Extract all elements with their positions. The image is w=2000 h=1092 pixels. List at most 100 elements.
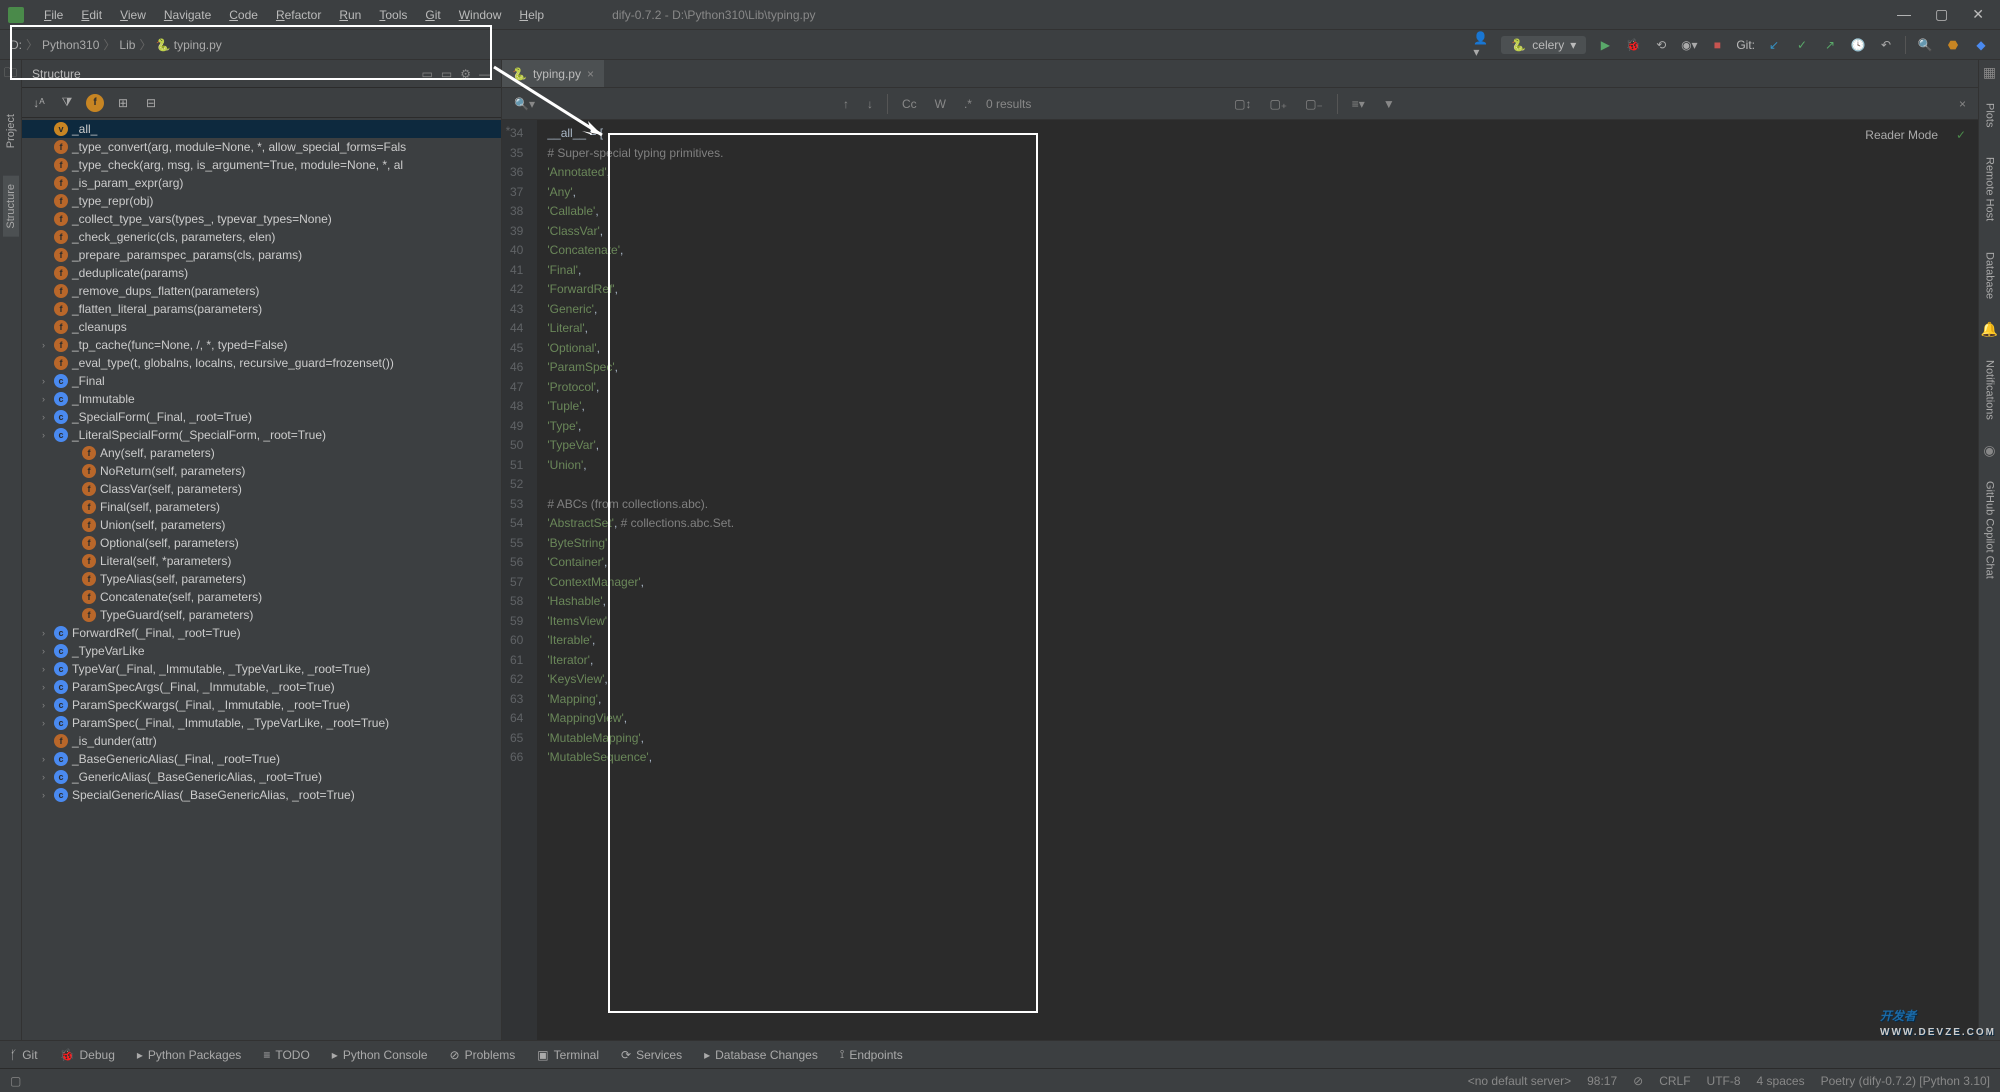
menu-file[interactable]: File <box>36 4 71 26</box>
tool-tab-project[interactable]: Project <box>3 106 19 156</box>
add-selection-icon[interactable]: ▢₊ <box>1265 97 1291 111</box>
status-position[interactable]: 98:17 <box>1587 1074 1617 1088</box>
filter-settings-icon[interactable]: ≡▾ <box>1348 97 1369 111</box>
structure-item[interactable]: f_type_convert(arg, module=None, *, allo… <box>22 138 501 156</box>
structure-tree[interactable]: v_all_f_type_convert(arg, module=None, *… <box>22 118 501 1040</box>
structure-item[interactable]: fUnion(self, parameters) <box>22 516 501 534</box>
structure-item[interactable]: ›cForwardRef(_Final, _root=True) <box>22 624 501 642</box>
tool-tab-remote-host[interactable]: Remote Host <box>1982 149 1998 229</box>
run-coverage-icon[interactable]: ⟲ <box>1652 36 1670 54</box>
structure-item[interactable]: ›c_BaseGenericAlias(_Final, _root=True) <box>22 750 501 768</box>
structure-item[interactable]: fFinal(self, parameters) <box>22 498 501 516</box>
structure-item[interactable]: ›c_GenericAlias(_BaseGenericAlias, _root… <box>22 768 501 786</box>
bottom-tab-git[interactable]: ᚶGit <box>10 1048 38 1062</box>
breadcrumb-segment[interactable]: D: <box>10 38 22 52</box>
structure-item[interactable]: ›c_SpecialForm(_Final, _root=True) <box>22 408 501 426</box>
tool-tab-database[interactable]: Database <box>1982 244 1998 307</box>
tool-tab-copilot[interactable]: GitHub Copilot Chat <box>1982 473 1998 587</box>
menu-code[interactable]: Code <box>221 4 266 26</box>
run-icon[interactable]: ▶ <box>1596 36 1614 54</box>
status-indent[interactable]: 4 spaces <box>1757 1074 1805 1088</box>
bottom-tab-terminal[interactable]: ▣Terminal <box>537 1048 599 1062</box>
structure-item[interactable]: ›c_Final <box>22 372 501 390</box>
structure-item[interactable]: f_is_dunder(attr) <box>22 732 501 750</box>
structure-item[interactable]: ›cParamSpecArgs(_Final, _Immutable, _roo… <box>22 678 501 696</box>
search-glass-icon[interactable]: 🔍▾ <box>510 97 539 111</box>
bottom-tab-todo[interactable]: ≡TODO <box>263 1048 309 1062</box>
git-commit-icon[interactable]: ✓ <box>1793 36 1811 54</box>
copilot-icon[interactable]: ◉ <box>1983 442 1995 459</box>
structure-item[interactable]: ›cSpecialGenericAlias(_BaseGenericAlias,… <box>22 786 501 804</box>
structure-item[interactable]: f_type_check(arg, msg, is_argument=True,… <box>22 156 501 174</box>
menu-tools[interactable]: Tools <box>371 4 415 26</box>
tab-typing-py[interactable]: 🐍 typing.py × <box>502 60 604 87</box>
structure-item[interactable]: ›cTypeVar(_Final, _Immutable, _TypeVarLi… <box>22 660 501 678</box>
bell-icon[interactable]: 🔔 <box>1981 321 1998 338</box>
git-update-icon[interactable]: ↙ <box>1765 36 1783 54</box>
structure-item[interactable]: f_deduplicate(params) <box>22 264 501 282</box>
structure-item[interactable]: f_collect_type_vars(types_, typevar_type… <box>22 210 501 228</box>
select-all-icon[interactable]: ▢↕ <box>1230 97 1255 111</box>
close-icon[interactable]: ✕ <box>1972 6 1984 23</box>
structure-item[interactable]: ›c_Immutable <box>22 390 501 408</box>
gear-icon[interactable]: ⚙ <box>460 67 471 81</box>
show-inherited-icon[interactable]: ⊞ <box>114 94 132 112</box>
show-fields-icon[interactable]: f <box>86 94 104 112</box>
status-eol[interactable]: CRLF <box>1659 1074 1690 1088</box>
structure-item[interactable]: fNoReturn(self, parameters) <box>22 462 501 480</box>
bottom-tab-python-console[interactable]: ▸Python Console <box>332 1048 428 1062</box>
structure-item[interactable]: v_all_ <box>22 120 501 138</box>
match-case-icon[interactable]: Cc <box>898 97 921 111</box>
structure-item[interactable]: ›f_tp_cache(func=None, /, *, typed=False… <box>22 336 501 354</box>
menu-git[interactable]: Git <box>417 4 448 26</box>
menu-help[interactable]: Help <box>511 4 552 26</box>
search-icon[interactable]: 🔍 <box>1916 36 1934 54</box>
sort-alpha-icon[interactable]: ↓ᴬ <box>30 94 48 112</box>
structure-item[interactable]: f_remove_dups_flatten(parameters) <box>22 282 501 300</box>
menu-edit[interactable]: Edit <box>73 4 110 26</box>
breadcrumb-segment[interactable]: Lib <box>119 38 135 52</box>
menu-view[interactable]: View <box>112 4 154 26</box>
status-encoding[interactable]: UTF-8 <box>1707 1074 1741 1088</box>
git-rollback-icon[interactable]: ↶ <box>1877 36 1895 54</box>
debug-icon[interactable]: 🐞 <box>1624 36 1642 54</box>
stop-icon[interactable]: ■ <box>1708 36 1726 54</box>
next-match-icon[interactable]: ↓ <box>863 97 877 111</box>
tool-tab-structure[interactable]: Structure <box>3 176 19 237</box>
minimize-icon[interactable]: — <box>1897 6 1911 23</box>
structure-item[interactable]: f_check_generic(cls, parameters, elen) <box>22 228 501 246</box>
bottom-tab-problems[interactable]: ⊘Problems <box>450 1048 516 1062</box>
user-icon[interactable]: 👤▾ <box>1473 36 1491 54</box>
structure-item[interactable]: f_type_repr(obj) <box>22 192 501 210</box>
profile-icon[interactable]: ◉▾ <box>1680 36 1698 54</box>
close-search-icon[interactable]: × <box>1955 97 1970 111</box>
structure-item[interactable]: fTypeGuard(self, parameters) <box>22 606 501 624</box>
run-configuration-selector[interactable]: 🐍 celery ▾ <box>1501 36 1586 54</box>
structure-item[interactable]: fLiteral(self, *parameters) <box>22 552 501 570</box>
bottom-tab-python-packages[interactable]: ▸Python Packages <box>137 1048 241 1062</box>
menu-window[interactable]: Window <box>451 4 510 26</box>
collapse-icon[interactable]: ▭ <box>441 67 452 81</box>
structure-item[interactable]: fClassVar(self, parameters) <box>22 480 501 498</box>
menu-run[interactable]: Run <box>331 4 369 26</box>
structure-item[interactable]: ›cParamSpec(_Final, _Immutable, _TypeVar… <box>22 714 501 732</box>
structure-item[interactable]: fConcatenate(self, parameters) <box>22 588 501 606</box>
structure-item[interactable]: ›c_LiteralSpecialForm(_SpecialForm, _roo… <box>22 426 501 444</box>
code-content[interactable]: __all__ = [ # Super-special typing primi… <box>537 120 744 1040</box>
expand-icon[interactable]: ▭ <box>422 67 433 81</box>
inspection-ok-icon[interactable]: ✓ <box>1956 128 1966 142</box>
bottom-tab-services[interactable]: ⟳Services <box>621 1048 682 1062</box>
menu-navigate[interactable]: Navigate <box>156 4 219 26</box>
plots-icon[interactable]: ▦ <box>1983 64 1996 81</box>
structure-item[interactable]: f_prepare_paramspec_params(cls, params) <box>22 246 501 264</box>
ide-settings-icon[interactable]: ⬣ <box>1944 36 1962 54</box>
git-push-icon[interactable]: ↗ <box>1821 36 1839 54</box>
tool-tab-notifications[interactable]: Notifications <box>1982 352 1998 428</box>
bottom-tab-debug[interactable]: 🐞Debug <box>60 1048 115 1062</box>
structure-item[interactable]: f_is_param_expr(arg) <box>22 174 501 192</box>
search-input[interactable] <box>549 97 829 111</box>
structure-item[interactable]: ›c_TypeVarLike <box>22 642 501 660</box>
autoscroll-icon[interactable]: ⊟ <box>142 94 160 112</box>
structure-item[interactable]: ›cParamSpecKwargs(_Final, _Immutable, _r… <box>22 696 501 714</box>
remove-selection-icon[interactable]: ▢₋ <box>1301 97 1327 111</box>
